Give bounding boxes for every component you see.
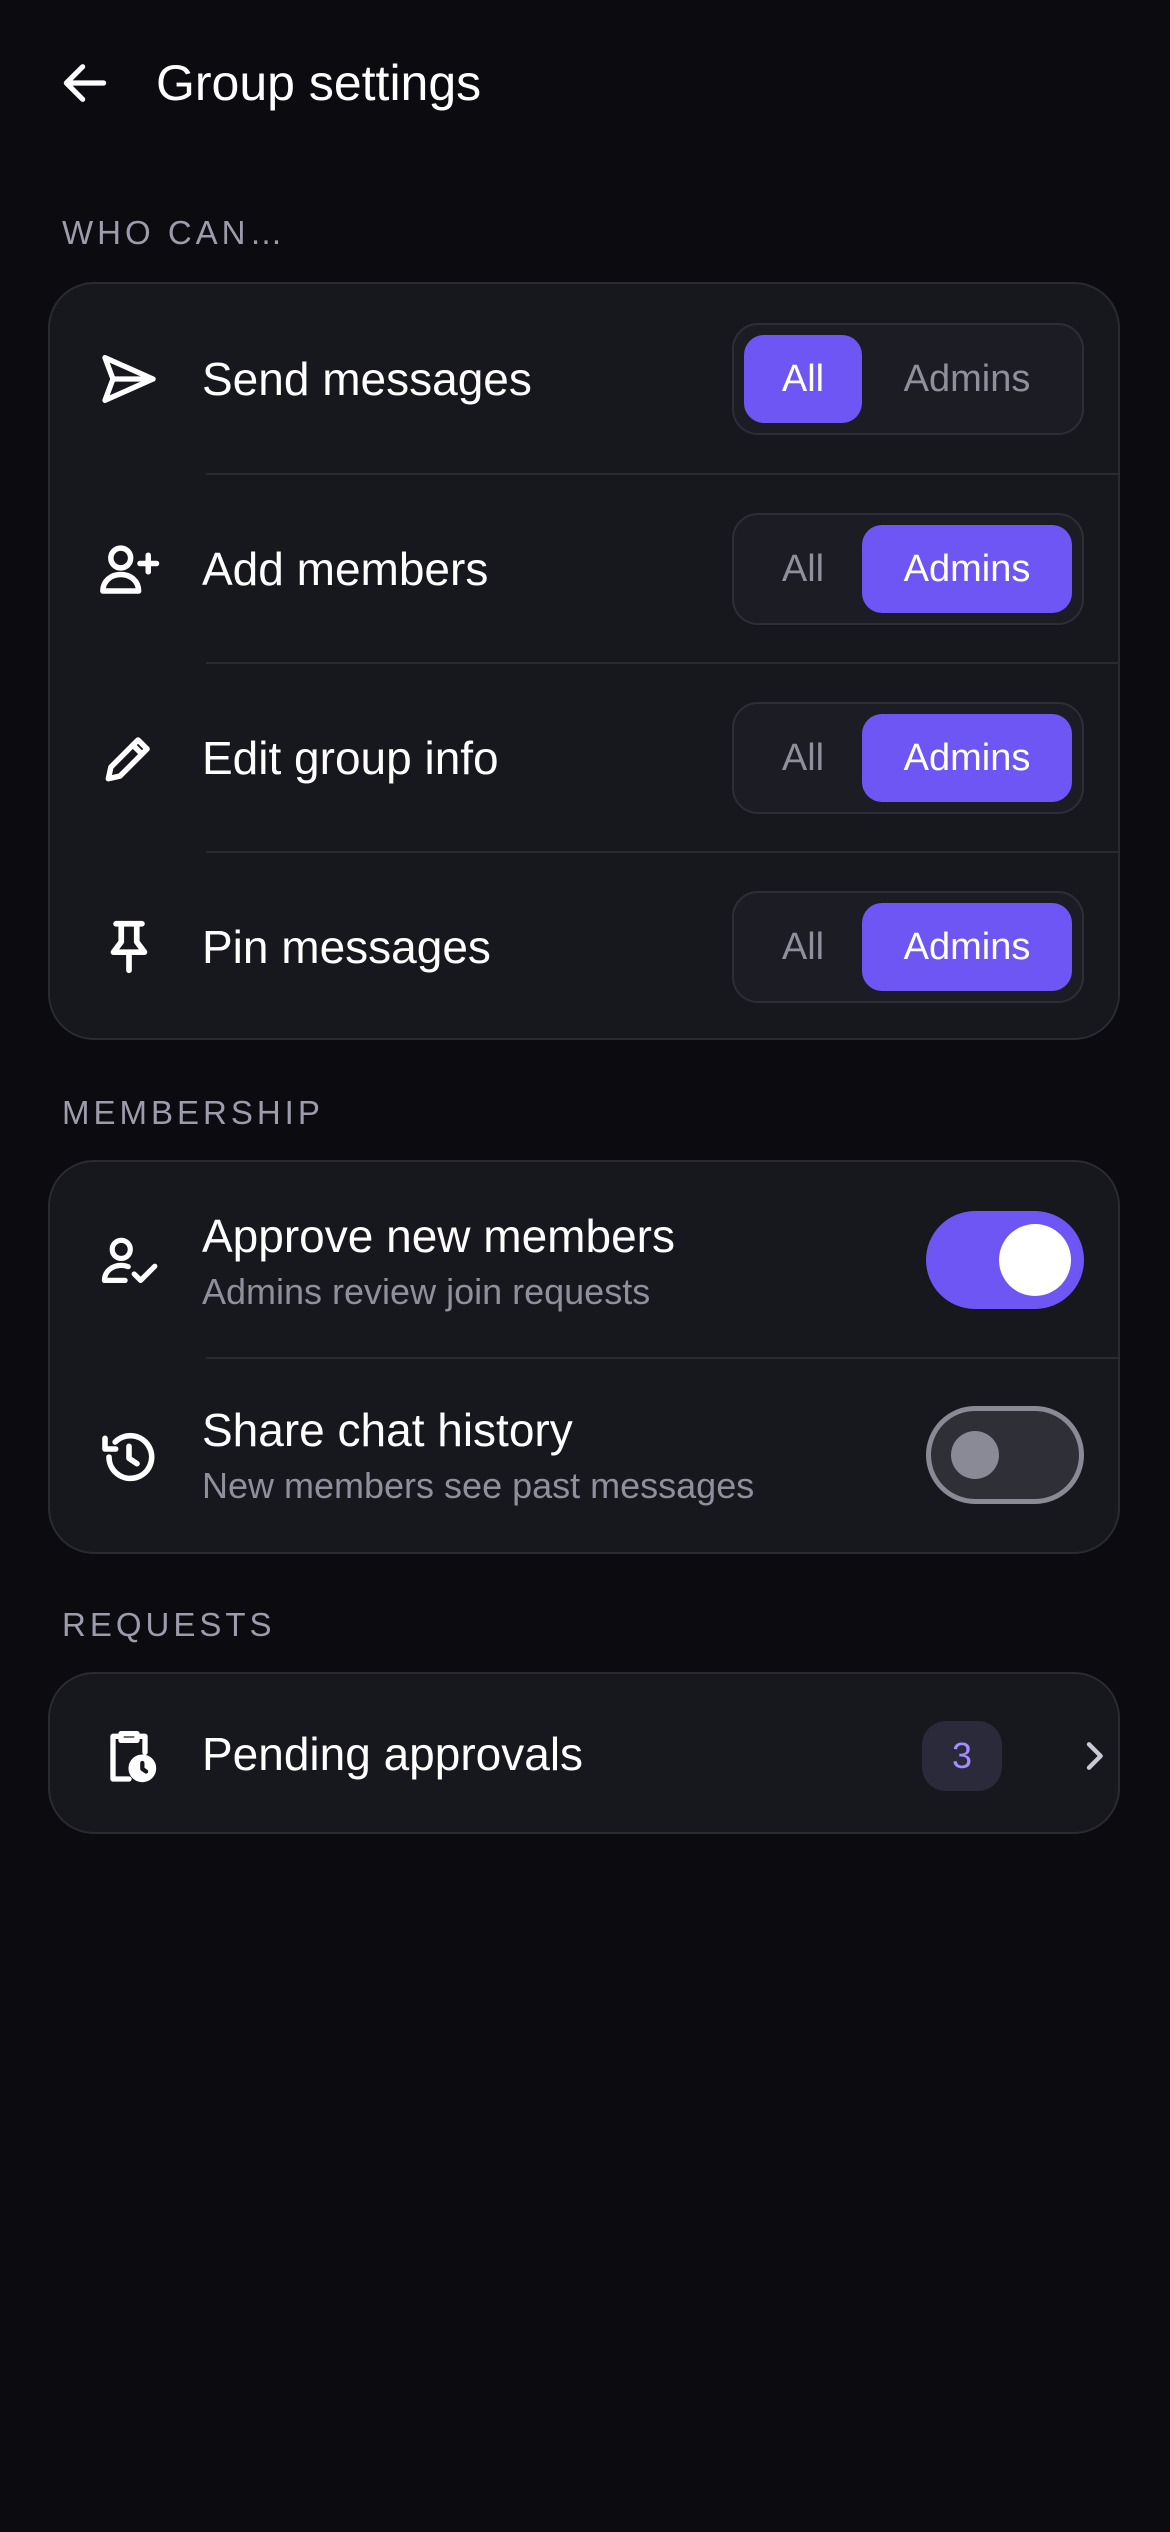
requests-card: Pending approvals 3: [48, 1672, 1120, 1834]
section-label-requests: REQUESTS: [62, 1606, 276, 1643]
setting-row-approve-new-members[interactable]: Approve new members Admins review join r…: [50, 1162, 1118, 1358]
permission-row-pin-messages: Pin messages All Admins: [50, 852, 1118, 1038]
pin-icon: [94, 912, 164, 982]
permission-segmented-control: All Admins: [732, 702, 1084, 814]
history-icon: [94, 1422, 164, 1492]
permission-row-edit-group-info: Edit group info All Admins: [50, 663, 1118, 852]
setting-label: Share chat history: [202, 1404, 573, 1456]
permission-label: Edit group info: [202, 732, 499, 784]
permission-label: Pin messages: [202, 921, 491, 973]
setting-sublabel: Admins review join requests: [202, 1271, 651, 1312]
setting-sublabel: New members see past messages: [202, 1465, 755, 1506]
section-label-who-can: WHO CAN…: [62, 214, 287, 251]
pending-approvals-row[interactable]: Pending approvals 3: [50, 1674, 1118, 1832]
chevron-right-icon: [1070, 1732, 1118, 1780]
option-all[interactable]: All: [744, 903, 862, 991]
option-admins[interactable]: Admins: [862, 525, 1072, 613]
toggle-knob: [999, 1224, 1071, 1296]
option-admins[interactable]: Admins: [862, 714, 1072, 802]
option-all[interactable]: All: [744, 525, 862, 613]
permission-segmented-control: All Admins: [732, 323, 1084, 435]
share-history-toggle[interactable]: [926, 1406, 1084, 1504]
back-button[interactable]: [50, 48, 120, 118]
section-label-membership: MEMBERSHIP: [62, 1094, 324, 1131]
person-add-icon: [94, 534, 164, 604]
top-app-bar: Group settings: [0, 0, 1170, 170]
option-all[interactable]: All: [744, 335, 862, 423]
permission-label: Send messages: [202, 353, 532, 405]
pending-count-badge: 3: [922, 1721, 1002, 1791]
permission-row-send-messages: Send messages All Admins: [50, 284, 1118, 474]
clipboard-clock-icon: [94, 1720, 164, 1790]
option-admins[interactable]: Admins: [862, 903, 1072, 991]
permission-row-add-members: Add members All Admins: [50, 474, 1118, 663]
pencil-icon: [94, 723, 164, 793]
arrow-left-icon: [57, 55, 113, 111]
approve-members-toggle[interactable]: [926, 1211, 1084, 1309]
person-check-icon: [94, 1226, 164, 1296]
toggle-knob: [951, 1431, 999, 1479]
option-admins[interactable]: Admins: [862, 335, 1072, 423]
permission-segmented-control: All Admins: [732, 513, 1084, 625]
permission-label: Add members: [202, 543, 489, 595]
permission-segmented-control: All Admins: [732, 891, 1084, 1003]
membership-card: Approve new members Admins review join r…: [48, 1160, 1120, 1554]
send-icon: [94, 344, 164, 414]
option-all[interactable]: All: [744, 714, 862, 802]
requests-label: Pending approvals: [202, 1728, 584, 1780]
permissions-card: Send messages All Admins Add members All…: [48, 282, 1120, 1040]
setting-label: Approve new members: [202, 1210, 675, 1262]
setting-row-share-chat-history[interactable]: Share chat history New members see past …: [50, 1358, 1118, 1552]
page-title: Group settings: [156, 55, 482, 111]
